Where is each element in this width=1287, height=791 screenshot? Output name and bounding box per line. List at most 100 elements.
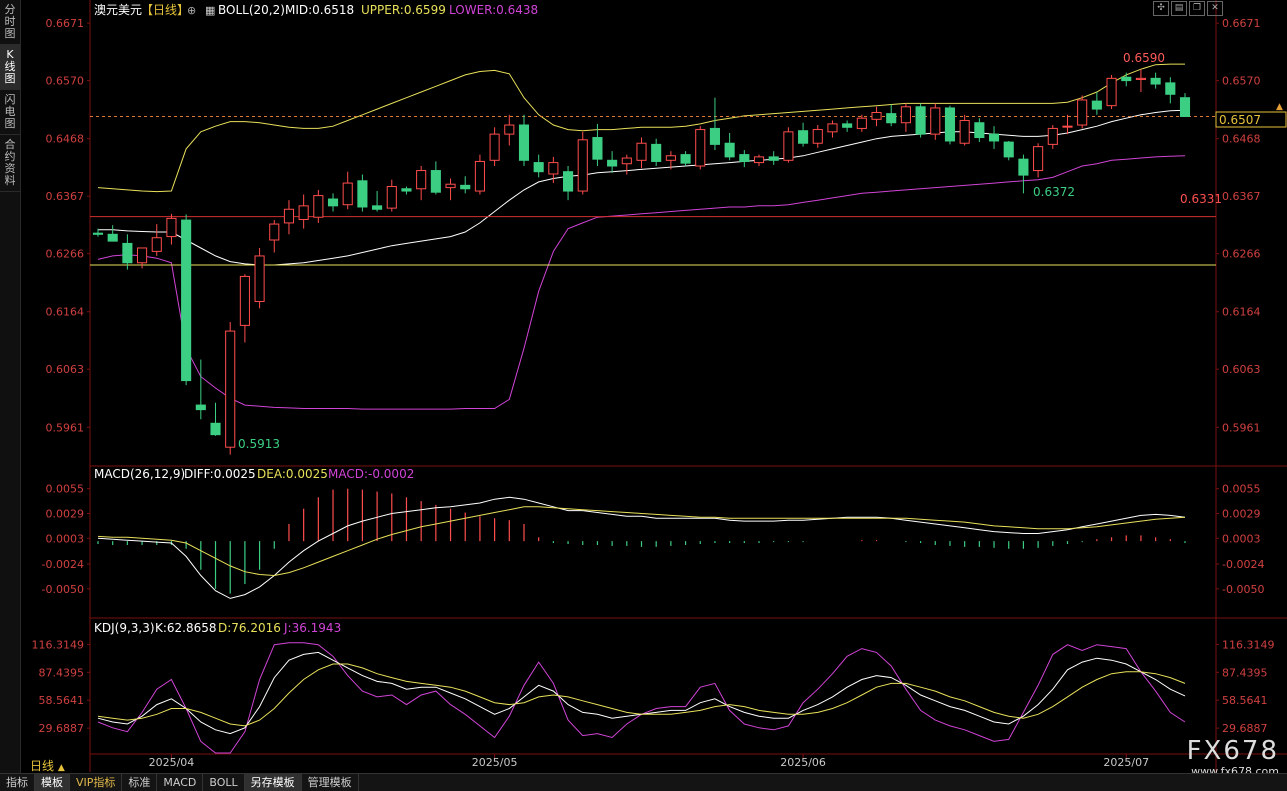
- candle-body: [680, 154, 691, 164]
- candle-body: [592, 137, 603, 160]
- candle-body: [842, 123, 853, 128]
- candle-body: [709, 127, 720, 145]
- period-button[interactable]: 日线 ▲: [30, 757, 65, 774]
- candle-body: [386, 185, 397, 209]
- kdj-label: KDJ(9,3,3): [94, 621, 155, 635]
- candle-body: [357, 180, 368, 208]
- candle-body: [563, 171, 574, 192]
- candle-body: [1018, 158, 1029, 176]
- tab-manage-templates[interactable]: 管理模板: [302, 774, 359, 791]
- candle-body: [372, 205, 383, 210]
- kdj-j-value: J:36.1943: [283, 621, 341, 635]
- boll-lower-value: LOWER:0.6438: [449, 3, 538, 17]
- price-tick-label: 0.5961: [1222, 421, 1261, 434]
- boll-upper-value: UPPER:0.6599: [361, 3, 446, 17]
- tab-vip-indicators[interactable]: VIP指标: [70, 774, 123, 791]
- macd-tick-label: -0.0050: [42, 583, 84, 596]
- period-tag: 【日线】: [141, 3, 189, 17]
- candle-body: [886, 113, 897, 124]
- candle-body: [254, 255, 265, 302]
- crosshair-tool-icon[interactable]: ✣: [1153, 1, 1169, 16]
- candle-body: [1033, 146, 1044, 172]
- boll-crosshair-icon: ⊕: [187, 4, 196, 17]
- current-price-label: 0.6507: [1219, 113, 1261, 127]
- restore-window-icon[interactable]: ❐: [1189, 1, 1205, 16]
- candle-body: [269, 223, 280, 241]
- watermark: FX678 www.fx678.com: [1187, 736, 1279, 778]
- tab-indicators[interactable]: 指标: [0, 774, 35, 791]
- layout-tool-icon[interactable]: ▤: [1171, 1, 1187, 16]
- chart-canvas[interactable]: 0.6671 0.6671 0.6570 0.6570 0.6468 0.6468 0.63…: [0, 0, 1287, 790]
- tab-save-template[interactable]: 另存模板: [244, 774, 302, 791]
- candle-body: [607, 159, 618, 167]
- candle-body: [665, 155, 676, 161]
- candle-body: [959, 119, 970, 144]
- candle-body: [915, 106, 926, 135]
- candle-body: [944, 107, 956, 142]
- price-tick-label: 0.6164: [1222, 306, 1261, 319]
- candle-body: [1165, 82, 1176, 95]
- candle-body: [548, 162, 559, 175]
- candle-body: [1106, 77, 1117, 107]
- window-controls: ✣ ▤ ❐ ✕: [1153, 1, 1223, 16]
- tab-boll[interactable]: BOLL: [203, 774, 245, 791]
- candle-body: [1077, 99, 1088, 126]
- price-tick-label: 0.6164: [46, 306, 85, 319]
- candle-body: [107, 233, 118, 242]
- price-tick-label: 0.6671: [1222, 17, 1261, 30]
- macd-tick-label: 0.0055: [46, 483, 85, 496]
- price-tick-label: 0.5961: [46, 421, 85, 434]
- candle-body: [92, 232, 104, 235]
- candle-body: [1062, 125, 1073, 128]
- tab-templates[interactable]: 模板: [35, 774, 70, 791]
- candle-body: [430, 170, 441, 193]
- boll-mid-value: MID:0.6518: [285, 3, 354, 17]
- high-annotation: 0.6590: [1123, 51, 1165, 65]
- candle-body: [974, 122, 985, 139]
- boll-settings-icon[interactable]: ▦: [205, 4, 215, 17]
- kdj-tick-label: 29.6887: [39, 722, 85, 735]
- close-window-icon[interactable]: ✕: [1207, 1, 1223, 16]
- price-tick-label: 0.6063: [46, 363, 85, 376]
- kdj-j-line: [97, 642, 1186, 754]
- kdj-tick-label: 116.3149: [32, 638, 85, 651]
- candle-body: [768, 156, 779, 161]
- tab-standard[interactable]: 标准: [122, 774, 158, 791]
- candle-body: [812, 129, 823, 144]
- candle-body: [533, 162, 544, 173]
- watermark-logo: FX678: [1186, 736, 1279, 766]
- candle-body: [1003, 141, 1014, 158]
- price-tick-label: 0.6063: [1222, 363, 1261, 376]
- candle-body: [783, 131, 794, 161]
- kdj-d-value: D:76.2016: [218, 621, 281, 635]
- candle-body: [695, 129, 706, 167]
- price-tick-label: 0.6367: [1222, 190, 1261, 203]
- candle-body: [327, 198, 339, 207]
- candle-body: [1150, 77, 1161, 85]
- macd-tick-label: -0.0024: [1222, 558, 1264, 571]
- candle-body: [416, 170, 427, 190]
- candle-body: [504, 124, 515, 135]
- candle-body: [474, 160, 485, 192]
- macd-tick-label: 0.0003: [46, 532, 85, 545]
- candle-body: [1121, 76, 1132, 82]
- price-tick-label: 0.6570: [1222, 75, 1261, 88]
- candle-body: [900, 106, 911, 124]
- price-tick-label: 0.6468: [46, 133, 85, 146]
- candle-body: [239, 275, 250, 326]
- candle-body: [313, 195, 324, 218]
- price-tick-label: 0.6570: [46, 75, 85, 88]
- macd-tick-label: 0.0003: [1222, 532, 1261, 545]
- candle-body: [739, 154, 750, 162]
- swing-low-annotation: 0.6372: [1033, 185, 1075, 199]
- macd-tick-label: -0.0050: [1222, 583, 1264, 596]
- candle-body: [225, 330, 236, 448]
- bottom-toolbar: 指标 模板 VIP指标 标准 MACD BOLL 另存模板 管理模板: [0, 773, 1287, 791]
- kdj-tick-label: 116.3149: [1222, 638, 1275, 651]
- candle-body: [166, 217, 177, 238]
- tab-macd[interactable]: MACD: [157, 774, 204, 791]
- macd-tick-label: -0.0024: [42, 558, 84, 571]
- candle-body: [577, 139, 588, 192]
- kdj-k-value: K:62.8658: [155, 621, 217, 635]
- symbol-title: 澳元美元: [94, 3, 142, 17]
